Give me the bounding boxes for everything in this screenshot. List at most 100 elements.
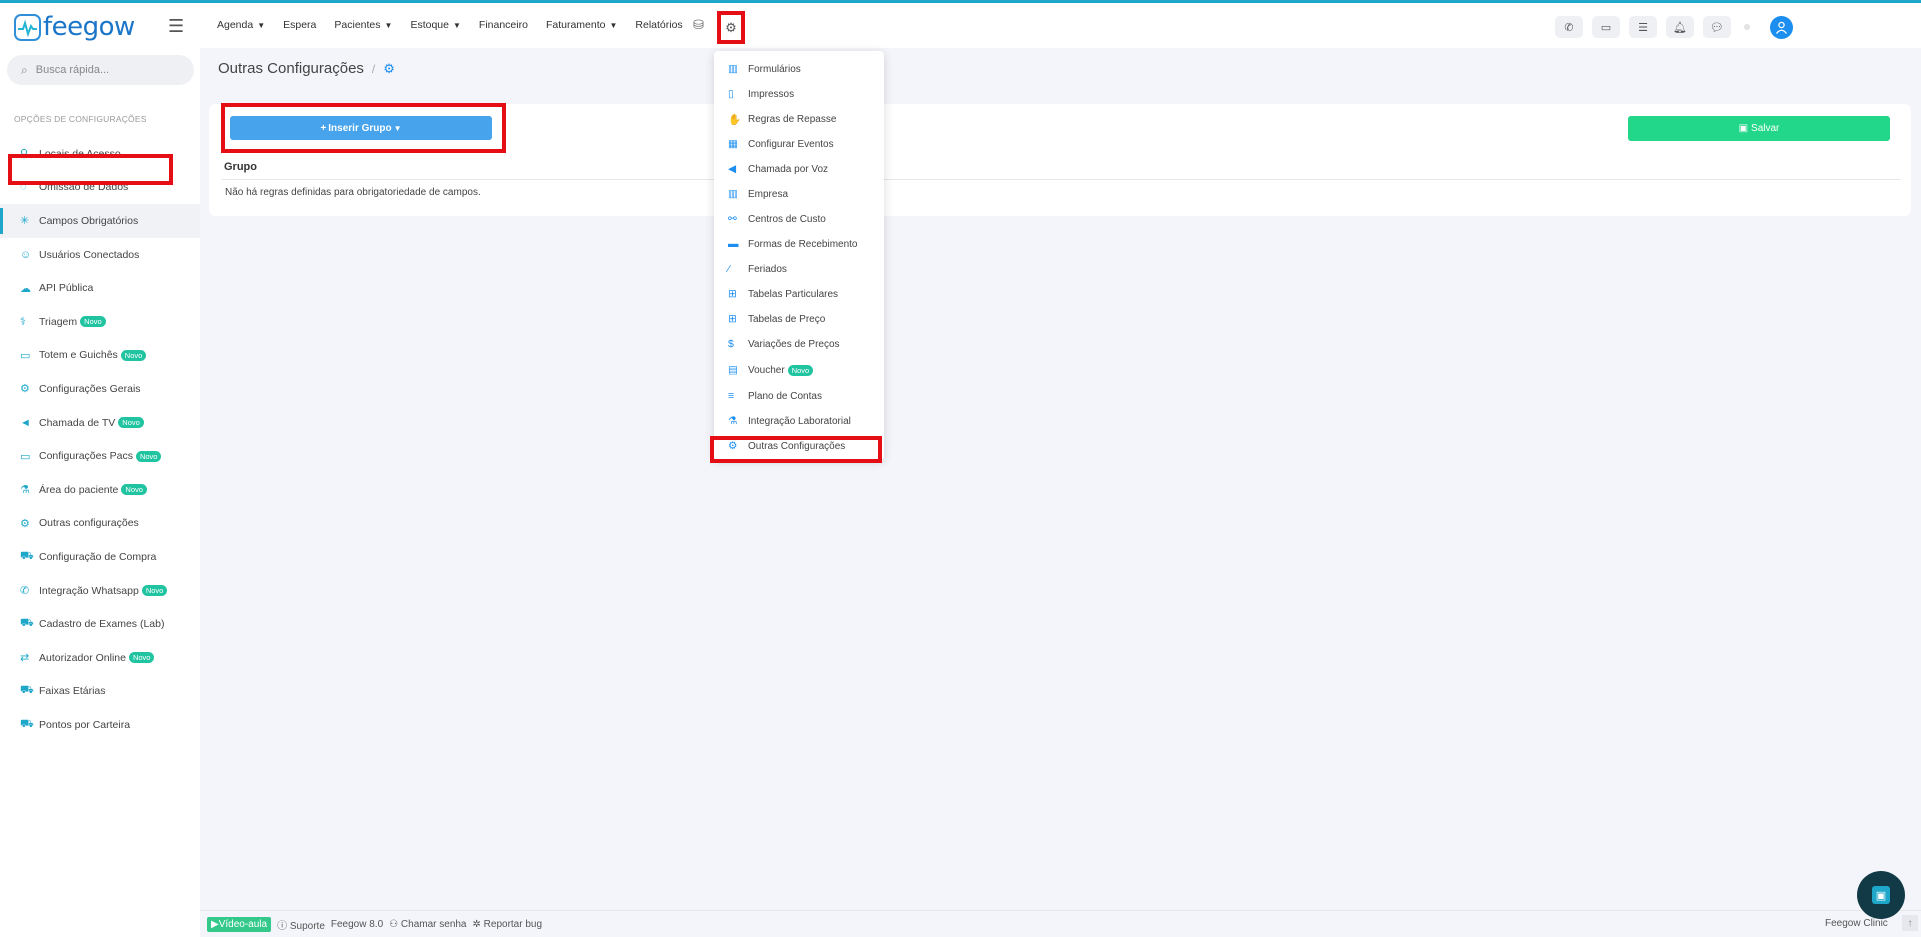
- sidebar-item-locais-de-acesso[interactable]: ⚲ Locais de Acesso: [0, 137, 200, 171]
- dropdown-item-outras-configura-es[interactable]: ⚙ Outras Configurações: [728, 438, 845, 454]
- menu-toggle-icon[interactable]: ☰: [168, 16, 184, 37]
- sidebar-item-totem-e-guich-s[interactable]: ▭ Totem e Guichês Novo: [0, 339, 200, 373]
- gears-icon: ⚙: [20, 383, 30, 396]
- sidebar-item-api-p-blica[interactable]: ☁ API Pública: [0, 271, 200, 305]
- nav-item-pacientes[interactable]: Pacientes ▼: [334, 19, 392, 31]
- question-icon: ⓘ: [277, 920, 288, 932]
- sidebar-item-chamada-de-tv[interactable]: ◄ Chamada de TV Novo: [0, 406, 200, 440]
- sidebar-item-campos-obrigat-rios[interactable]: ✳ Campos Obrigatórios: [0, 204, 200, 238]
- cloud-icon: ☁: [20, 282, 31, 295]
- cart-icon: ⛟: [20, 549, 34, 562]
- sidebar-item-configura-es-pacs[interactable]: ▭ Configurações Pacs Novo: [0, 439, 200, 473]
- dropdown-item-label: Formulários: [748, 63, 801, 75]
- database-icon[interactable]: ⛁: [693, 17, 704, 33]
- video-icon: ▶︎: [211, 918, 219, 930]
- new-badge: Novo: [128, 652, 155, 664]
- dropdown-item-integra-o-laboratorial[interactable]: ⚗ Integração Laboratorial: [728, 413, 851, 429]
- settings-gear-button[interactable]: ⚙: [717, 11, 745, 44]
- chat-widget-button[interactable]: ▣: [1857, 871, 1905, 919]
- bell-icon[interactable]: 🔔︎: [1666, 16, 1694, 38]
- new-badge: Novo: [787, 364, 814, 376]
- scroll-top-icon[interactable]: ↑: [1902, 915, 1918, 931]
- dropdown-item-plano-de-contas[interactable]: ≡ Plano de Contas: [728, 388, 822, 404]
- column-header-group: Grupo: [224, 161, 257, 173]
- dropdown-item-label: Voucher: [748, 364, 785, 376]
- new-badge: Novo: [135, 450, 162, 462]
- flask-icon: ⚗: [728, 415, 738, 427]
- dropdown-item-regras-de-repasse[interactable]: ✋ Regras de Repasse: [728, 111, 836, 127]
- nav-item-relatórios[interactable]: Relatórios: [635, 19, 682, 31]
- credit-card-icon: ▬: [728, 238, 739, 250]
- sidebar-item-integra-o-whatsapp[interactable]: ✆ Integração Whatsapp Novo: [0, 574, 200, 608]
- dropdown-item-chamada-por-voz[interactable]: ◀ Chamada por Voz: [728, 161, 828, 177]
- sidebar-item-label: Área do paciente: [39, 483, 119, 496]
- sitemap-icon: ⚯: [728, 213, 737, 225]
- sidebar-item-autorizador-online[interactable]: ⇄ Autorizador Online Novo: [0, 641, 200, 675]
- sidebar-item-usu-rios-conectados[interactable]: ☺ Usuários Conectados: [0, 238, 200, 272]
- new-badge: Novo: [120, 349, 147, 361]
- sidebar-item-configura-es-gerais[interactable]: ⚙ Configurações Gerais: [0, 372, 200, 406]
- new-badge: Novo: [118, 417, 144, 429]
- search-input[interactable]: [35, 64, 176, 76]
- dropdown-item-formul-rios[interactable]: ▥ Formulários: [728, 61, 801, 77]
- dropdown-item-label: Tabelas Particulares: [748, 288, 839, 300]
- dropdown-item-feriados[interactable]: ⁄ Feriados: [728, 261, 787, 277]
- dropdown-item-tabelas-de-pre-o[interactable]: ⊞ Tabelas de Preço: [728, 311, 825, 327]
- sidebar-item-triagem[interactable]: ⚕ Triagem Novo: [0, 305, 200, 339]
- save-label: Salvar: [1751, 123, 1780, 134]
- save-button[interactable]: ▣ Salvar: [1628, 116, 1890, 141]
- support-link[interactable]: ⓘ Suporte: [277, 917, 325, 932]
- user-avatar[interactable]: [1770, 16, 1793, 39]
- call-ticket-link[interactable]: ⚇ Chamar senha: [389, 919, 466, 930]
- caret-down-icon: ▼: [384, 21, 393, 30]
- report-bug-link[interactable]: ✲ Reportar bug: [473, 919, 543, 930]
- insert-group-label: Inserir Grupo: [328, 122, 392, 134]
- sidebar-item-label: Triagem: [39, 315, 78, 328]
- dropdown-item-empresa[interactable]: ▥ Empresa: [728, 186, 788, 202]
- chat-icon[interactable]: 💬︎: [1703, 16, 1731, 38]
- chat-widget-icon: ▣: [1872, 886, 1890, 904]
- bug-label: Reportar bug: [483, 918, 543, 930]
- sidebar-title: OPÇÕES DE CONFIGURAÇÕES: [14, 114, 147, 124]
- tasks-icon[interactable]: ☰: [1629, 16, 1657, 38]
- dropdown-item-centros-de-custo[interactable]: ⚯ Centros de Custo: [728, 211, 826, 227]
- nav-item-label: Estoque: [410, 19, 449, 31]
- dropdown-item-formas-de-recebimento[interactable]: ▬ Formas de Recebimento: [728, 236, 858, 252]
- hand-money-icon: ✋: [728, 113, 742, 126]
- nav-item-financeiro[interactable]: Financeiro: [479, 19, 528, 31]
- sidebar-item-faixas-et-rias[interactable]: ⛟ Faixas Etárias: [0, 675, 200, 709]
- sidebar-item-cadastro-de-exames-lab-[interactable]: ⛟ Cadastro de Exames (Lab): [0, 607, 200, 641]
- dropdown-item-configurar-eventos[interactable]: ▦ Configurar Eventos: [728, 136, 834, 152]
- stethoscope-icon: ⚕: [20, 316, 26, 329]
- user-icon: ☺: [20, 248, 32, 261]
- sidebar-item--rea-do-paciente[interactable]: ⚗ Área do paciente Novo: [0, 473, 200, 507]
- dropdown-item-label: Integração Laboratorial: [748, 415, 851, 427]
- dropdown-item-tabelas-particulares[interactable]: ⊞ Tabelas Particulares: [728, 286, 838, 302]
- nav-item-agenda[interactable]: Agenda ▼: [217, 19, 265, 31]
- dropdown-item-impressos[interactable]: ▯ Impressos: [728, 86, 794, 102]
- caret-down-icon: ▼: [452, 21, 461, 30]
- inbox-icon[interactable]: ▭: [1592, 16, 1620, 38]
- nav-item-espera[interactable]: Espera: [283, 19, 316, 31]
- dropdown-item-label: Feriados: [748, 263, 787, 275]
- cart-icon: ⛟: [20, 684, 34, 697]
- quick-search[interactable]: ⌕: [7, 55, 194, 85]
- video-lesson-button[interactable]: ▶︎Vídeo-aula: [207, 916, 272, 932]
- phone-icon[interactable]: ✆: [1555, 16, 1583, 38]
- sidebar-item-label: Configuração de Compra: [39, 550, 157, 563]
- sidebar-item-omiss-o-de-dados[interactable]: ◌ Omissão de Dados: [0, 171, 200, 205]
- dropdown-item-voucher[interactable]: ▤ Voucher Novo: [728, 362, 814, 378]
- settings-dropdown: ▥ Formulários ▯ Impressos ✋ Regras de Repasse…: [714, 51, 884, 460]
- dropdown-item-varia-es-de-pre-os[interactable]: $ Variações de Preços: [728, 336, 840, 352]
- insert-group-button[interactable]: + Inserir Grupo ▼: [230, 116, 492, 140]
- nav-item-label: Pacientes: [334, 19, 381, 31]
- dropdown-item-label: Outras Configurações: [748, 440, 846, 452]
- sidebar-item-pontos-por-carteira[interactable]: ⛟ Pontos por Carteira: [0, 708, 200, 742]
- nav-item-estoque[interactable]: Estoque ▼: [410, 19, 460, 31]
- sidebar-item-outras-configura-es[interactable]: ⚙ Outras configurações: [0, 507, 200, 541]
- nav-item-faturamento[interactable]: Faturamento ▼: [546, 19, 617, 31]
- logo[interactable]: feegow: [14, 12, 135, 42]
- dropdown-item-label: Empresa: [748, 188, 789, 200]
- breadcrumb: Outras Configurações / ⚙: [218, 60, 395, 77]
- sidebar-item-configura-o-de-compra[interactable]: ⛟ Configuração de Compra: [0, 540, 200, 574]
